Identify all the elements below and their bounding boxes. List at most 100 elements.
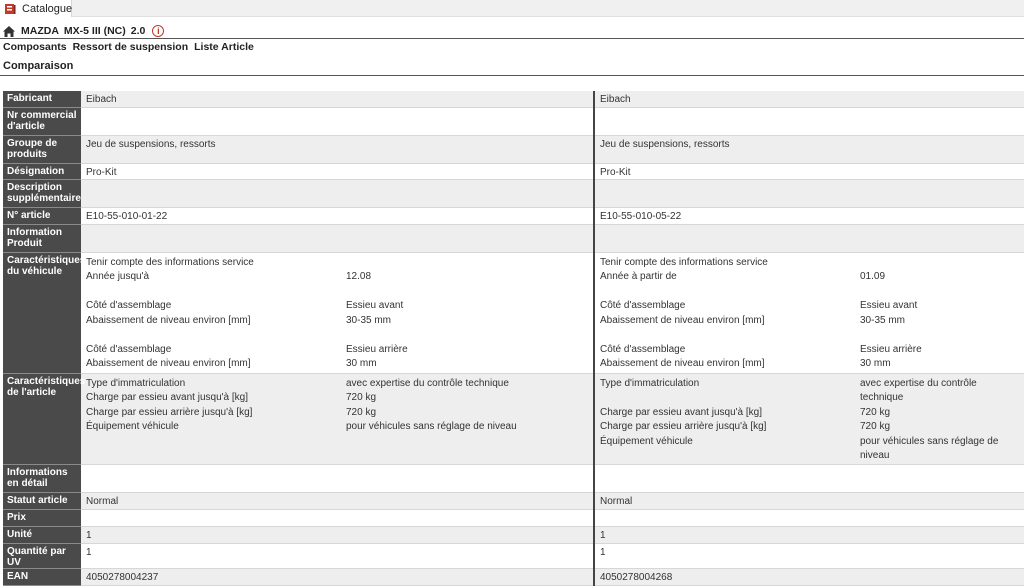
row-product-info: Information Produit	[3, 224, 1024, 253]
p2-side2-key: Côté d'assemblage	[600, 343, 686, 355]
p2-article-features: Type d'immatriculation avec expertise du …	[594, 373, 1024, 465]
label-price: Prix	[3, 509, 81, 527]
p2-article-no: E10-55-010-05-22	[594, 207, 1024, 225]
row-product-group: Groupe de produits Jeu de suspensions, r…	[3, 135, 1024, 164]
row-designation: Désignation Pro-Kit Pro-Kit	[3, 163, 1024, 180]
p2-product-group: Jeu de suspensions, ressorts	[594, 135, 1024, 164]
p1-reg-key: Type d'immatriculation	[86, 377, 186, 389]
label-commercial-no: Nr commercial d'article	[3, 107, 81, 136]
breadcrumb: Composants Ressort de suspension Liste A…	[3, 41, 260, 54]
p2-lower2-key: Abaissement de niveau environ [mm]	[600, 358, 765, 369]
p1-reg-val: avec expertise du contrôle technique	[346, 377, 509, 389]
page-title: Comparaison	[3, 60, 74, 72]
label-designation: Désignation	[3, 163, 81, 180]
comparison-table: Fabricant Eibach Eibach Nr commercial d'…	[3, 91, 1024, 586]
label-unit: Unité	[3, 526, 81, 544]
p2-rear-key: Charge par essieu arrière jusqu'à [kg]	[600, 421, 767, 432]
row-details: Informations en détail	[3, 464, 1024, 493]
p2-qty: 1	[594, 543, 1024, 569]
label-extra-description: Description supplémentaire	[3, 179, 81, 208]
header-divider	[0, 38, 1024, 39]
p1-front-key: Charge par essieu avant jusqu'à [kg]	[86, 392, 249, 403]
p1-front-val: 720 kg	[346, 392, 377, 403]
p2-year-key: Année à partir de	[600, 271, 677, 282]
p2-front-val: 720 kg	[860, 406, 891, 418]
p1-qty: 1	[81, 543, 595, 569]
p1-side1-val: Essieu avant	[346, 300, 404, 311]
row-commercial-no: Nr commercial d'article	[3, 107, 1024, 136]
row-ean: EAN 4050278004237 4050278004268	[3, 568, 1024, 586]
p2-details	[594, 464, 1024, 493]
breadcrumb-liste-article[interactable]: Liste Article	[194, 41, 254, 54]
info-icon[interactable]: i	[152, 25, 165, 37]
p2-lower1-key: Abaissement de niveau environ [mm]	[600, 314, 765, 326]
p2-equip-key: Équipement véhicule	[600, 435, 693, 447]
p2-ean: 4050278004268	[594, 568, 1024, 586]
p2-extra-description	[594, 179, 1024, 208]
p2-unit: 1	[594, 526, 1024, 544]
p1-year-key: Année jusqu'à	[86, 271, 150, 282]
p1-equip-val: pour véhicules sans réglage de niveau	[346, 421, 517, 432]
p1-equip-key: Équipement véhicule	[86, 421, 179, 432]
p2-equip-val: pour véhicules sans réglage de niveau	[860, 435, 999, 462]
p1-side2-val: Essieu arrière	[346, 343, 408, 355]
p2-lower1-val: 30-35 mm	[860, 314, 906, 326]
p1-product-info	[81, 224, 595, 253]
breadcrumb-composants[interactable]: Composants	[3, 41, 67, 54]
p1-rear-val: 720 kg	[346, 406, 377, 418]
p1-unit: 1	[81, 526, 595, 544]
row-unit: Unité 1 1	[3, 526, 1024, 544]
p1-year-val: 12.08	[346, 271, 372, 282]
row-manufacturer: Fabricant Eibach Eibach	[3, 91, 1024, 108]
vehicle-make: MAZDA	[21, 25, 59, 37]
p2-product-info	[594, 224, 1024, 253]
title-divider	[0, 75, 1024, 76]
p1-details	[81, 464, 595, 493]
label-article-no: N° article	[3, 207, 81, 225]
label-ean: EAN	[3, 568, 81, 586]
p2-lower2-val: 30 mm	[860, 358, 891, 369]
row-vehicle-features: Caractéristiques du véhicule Tenir compt…	[3, 252, 1024, 374]
label-manufacturer: Fabricant	[3, 91, 81, 108]
p1-extra-description	[81, 179, 595, 208]
label-status: Statut article	[3, 492, 81, 510]
label-details: Informations en détail	[3, 464, 81, 493]
p1-status: Normal	[81, 492, 595, 510]
p2-designation: Pro-Kit	[594, 163, 1024, 180]
tab-label: Catalogue	[22, 2, 73, 15]
label-product-info: Information Produit	[3, 224, 81, 253]
breadcrumb-ressort[interactable]: Ressort de suspension	[73, 41, 189, 54]
p1-ean: 4050278004237	[81, 568, 595, 586]
vehicle-model: MX-5 III (NC)	[63, 25, 126, 37]
p2-vehicle-features: Tenir compte des informations service An…	[594, 252, 1024, 374]
label-qty: Quantité par UV	[3, 543, 81, 569]
vehicle-engine: 2.0	[130, 25, 146, 37]
p1-lower1-val: 30-35 mm	[346, 314, 392, 326]
p1-vehicle-note: Tenir compte des informations service	[86, 256, 254, 268]
tab-catalogue[interactable]: Catalogue	[0, 0, 72, 17]
p1-lower2-key: Abaissement de niveau environ [mm]	[86, 358, 251, 369]
p2-year-val: 01.09	[860, 271, 886, 282]
row-article-features: Caractéristiques de l'article Type d'imm…	[3, 373, 1024, 465]
row-qty: Quantité par UV 1 1	[3, 543, 1024, 569]
p2-front-key: Charge par essieu avant jusqu'à [kg]	[600, 406, 763, 418]
row-status: Statut article Normal Normal	[3, 492, 1024, 510]
row-article-no: N° article E10-55-010-01-22 E10-55-010-0…	[3, 207, 1024, 225]
label-article-features: Caractéristiques de l'article	[3, 373, 85, 465]
catalogue-icon	[4, 3, 16, 15]
p1-side2-key: Côté d'assemblage	[86, 343, 172, 355]
p2-status: Normal	[594, 492, 1024, 510]
label-vehicle-features: Caractéristiques du véhicule	[3, 252, 85, 374]
p1-price	[81, 509, 595, 527]
label-product-group: Groupe de produits	[3, 135, 81, 164]
p2-vehicle-note: Tenir compte des informations service	[600, 256, 768, 268]
p1-vehicle-features: Tenir compte des informations service An…	[81, 252, 595, 374]
p1-side1-key: Côté d'assemblage	[86, 300, 172, 311]
vehicle-header: MAZDA MX-5 III (NC) 2.0 i	[3, 24, 165, 38]
tab-bar: Catalogue	[0, 0, 1024, 17]
p2-reg-key: Type d'immatriculation	[600, 377, 700, 389]
p1-manufacturer: Eibach	[81, 91, 595, 108]
home-icon[interactable]	[3, 25, 15, 37]
p1-lower1-key: Abaissement de niveau environ [mm]	[86, 314, 251, 326]
row-extra-description: Description supplémentaire	[3, 179, 1024, 208]
